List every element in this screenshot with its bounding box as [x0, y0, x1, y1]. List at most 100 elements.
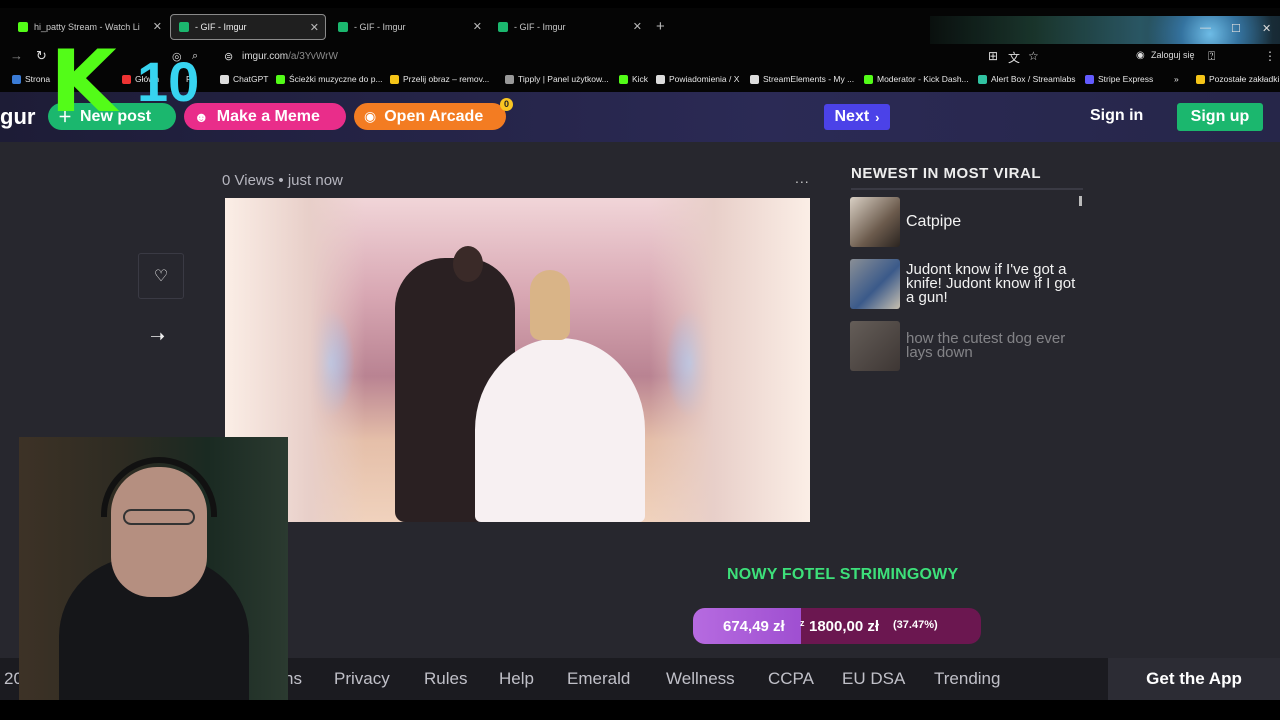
viral-list-item[interactable]: how the cutest dog ever lays down: [850, 321, 1082, 371]
bookmark-favicon-icon: [1085, 74, 1094, 84]
bookmark-item[interactable]: Powiadomienia / X: [656, 74, 739, 84]
bookmark-item[interactable]: Alert Box / Streamlabs: [978, 74, 1076, 84]
bookmark-item[interactable]: Ścieżki muzyczne do p...: [276, 74, 383, 84]
imgur-logo[interactable]: gur: [0, 104, 35, 130]
bookmark-label: Przelij obraz – remov...: [403, 74, 490, 84]
footer-link-rules[interactable]: Rules: [424, 669, 467, 689]
sign-in-link[interactable]: Sign in: [1090, 107, 1143, 125]
favorite-heart-icon[interactable]: ♡: [138, 253, 184, 299]
viral-item-title: Judont know if I've got a knife! Judont …: [906, 261, 1076, 306]
bookmark-favicon-icon: [276, 74, 285, 84]
login-label[interactable]: Zaloguj się: [1151, 50, 1195, 60]
bookmark-item[interactable]: Tipply | Panel użytkow...: [505, 74, 609, 84]
browser-tab-4[interactable]: - GIF - Imgur ✕: [490, 14, 648, 40]
bookmark-label: Strona: [25, 74, 51, 84]
extensions-icon[interactable]: ⍰: [1208, 49, 1215, 64]
sign-up-button[interactable]: Sign up: [1177, 103, 1263, 131]
footer-link-help[interactable]: Help: [499, 669, 534, 689]
scene-bride-head: [530, 270, 570, 340]
browser-tab-bar: hi_patty Stream - Watch Li ✕ - GIF - Img…: [0, 8, 1280, 88]
footer-link-ccpa[interactable]: CCPA: [768, 669, 814, 689]
glasses-icon: [123, 509, 195, 525]
bookmark-item[interactable]: Moderator - Kick Dash...: [864, 74, 969, 84]
window-close-icon[interactable]: ✕: [1262, 22, 1271, 35]
translate-icon[interactable]: 文: [1008, 49, 1020, 66]
bookmark-label: Ścieżki muzyczne do p...: [289, 74, 383, 84]
bookmark-favicon-icon: [122, 74, 131, 84]
viral-item-title: how the cutest dog ever lays down: [906, 330, 1066, 361]
bookmark-favicon-icon: [390, 74, 399, 84]
viral-item-title: Catpipe: [906, 213, 962, 230]
profile-icon: ◉: [1136, 50, 1145, 61]
new-tab-plus-icon[interactable]: +: [656, 18, 665, 35]
footer-link-emerald[interactable]: Emerald: [567, 669, 630, 689]
webcam-overlay: [19, 437, 288, 708]
get-the-app-button[interactable]: Get the App: [1108, 658, 1280, 700]
bottom-letterbox: [0, 700, 1280, 720]
close-icon[interactable]: ✕: [310, 21, 319, 34]
next-button[interactable]: Next ›: [824, 104, 890, 130]
bookmark-item[interactable]: Kick: [619, 74, 648, 84]
open-arcade-button[interactable]: ◉ Open Arcade: [354, 103, 506, 130]
browser-tab-2[interactable]: - GIF - Imgur ✕: [170, 14, 326, 40]
open-arcade-label: Open Arcade: [384, 107, 484, 125]
chatgpt-icon: [220, 74, 229, 84]
menu-dots-icon[interactable]: ⋮: [1264, 49, 1276, 63]
maximize-icon[interactable]: ☐: [1231, 22, 1241, 35]
more-options-icon[interactable]: ...: [795, 170, 810, 186]
close-icon[interactable]: ✕: [473, 20, 482, 33]
bookmark-label: Tipply | Panel użytkow...: [518, 74, 609, 84]
donation-goal-bar: 674,49 zł z 1800,00 zł (37.47%): [693, 608, 981, 644]
url-domain: imgur.com: [242, 51, 289, 62]
bookmark-label: Powiadomienia / X: [669, 74, 740, 84]
install-app-icon[interactable]: ⊞: [988, 49, 998, 63]
close-icon[interactable]: ✕: [633, 20, 642, 33]
viral-list-item[interactable]: Judont know if I've got a knife! Judont …: [850, 259, 1082, 309]
post-meta: 0 Views • just now: [222, 172, 343, 189]
site-info-icon[interactable]: ⊜: [224, 50, 233, 63]
folder-icon: [1196, 74, 1205, 84]
bookmark-favicon-icon: [750, 74, 759, 84]
minimize-icon[interactable]: —: [1200, 22, 1211, 34]
viral-list-item[interactable]: Catpipe: [850, 197, 1082, 247]
bookmark-favicon-icon: [505, 74, 514, 84]
reload-icon[interactable]: ↻: [36, 48, 47, 64]
footer-link-eu-dsa[interactable]: EU DSA: [842, 669, 905, 689]
close-icon[interactable]: ✕: [153, 20, 162, 33]
imgur-favicon-icon: [179, 22, 189, 32]
kick-counter: 10: [137, 50, 200, 113]
make-meme-label: Make a Meme: [216, 107, 320, 125]
bookmark-label: Alert Box / Streamlabs: [991, 74, 1076, 84]
tab-title: - GIF - Imgur: [354, 22, 406, 32]
bookmark-label: Stripe Express: [1098, 74, 1154, 84]
make-meme-button[interactable]: ☻ Make a Meme: [184, 103, 346, 130]
bookmarks-overflow-icon[interactable]: »: [1174, 74, 1179, 84]
back-arrow-icon[interactable]: →: [10, 48, 23, 63]
url-field[interactable]: imgur.com/a/3YvWrW: [242, 51, 338, 62]
footer-link-wellness[interactable]: Wellness: [666, 669, 735, 689]
donation-goal-title: NOWY FOTEL STRIMINGOWY: [727, 566, 959, 583]
bookmark-item[interactable]: Pozostałe zakładki: [1196, 74, 1279, 84]
get-app-label: Get the App: [1146, 669, 1242, 688]
bookmark-label: Moderator - Kick Dash...: [877, 74, 969, 84]
bookmark-label: ChatGPT: [233, 74, 269, 84]
scene-bride: [475, 338, 645, 522]
footer-link-privacy[interactable]: Privacy: [334, 669, 390, 689]
post-gif[interactable]: [225, 198, 810, 522]
chevron-right-icon: ›: [875, 109, 880, 125]
bookmark-item[interactable]: StreamElements - My ...: [750, 74, 854, 84]
bookmark-favicon-icon: [978, 74, 987, 84]
bookmark-item[interactable]: Przelij obraz – remov...: [390, 74, 489, 84]
bookmark-item[interactable]: Strona: [12, 74, 50, 84]
bookmark-item[interactable]: Stripe Express: [1085, 74, 1153, 84]
browser-tab-3[interactable]: - GIF - Imgur ✕: [330, 14, 488, 40]
footer-link-trending[interactable]: Trending: [934, 669, 1000, 689]
bookmark-label: Pozostałe zakładki: [1209, 74, 1280, 84]
goal-target-amount: 1800,00 zł: [809, 618, 880, 635]
kick-logo: K: [50, 32, 117, 132]
bookmark-item[interactable]: ChatGPT: [220, 74, 268, 84]
bookmark-star-icon[interactable]: ☆: [1028, 49, 1039, 63]
sign-up-label: Sign up: [1190, 108, 1250, 125]
scene-curtain: [650, 198, 810, 522]
share-arrow-icon[interactable]: ➝: [150, 326, 165, 347]
